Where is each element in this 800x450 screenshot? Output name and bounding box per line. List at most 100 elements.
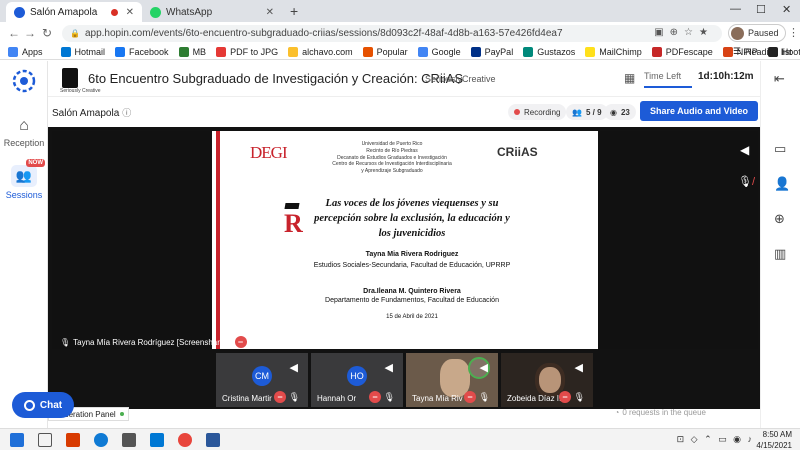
speaker-icon[interactable]: ◀ — [575, 361, 583, 374]
bookmark-pdf-to-jpg[interactable]: PDF to JPG — [216, 46, 278, 57]
new-tab-button[interactable]: + — [290, 3, 298, 19]
gustazos-icon — [523, 46, 534, 57]
slide-title: Las voces de los jóvenes viequenses y su… — [314, 198, 510, 239]
bookmark-hotmail[interactable]: Hotmail — [60, 46, 105, 57]
nav-sessions[interactable]: 👥 NOW Sessions — [0, 159, 48, 200]
avatar: CM — [252, 366, 272, 386]
bookmark-label: MB — [192, 46, 207, 57]
eye-icon: ◉ — [610, 107, 617, 117]
remove-participant-icon[interactable]: − — [274, 391, 286, 403]
session-name: Salón Amapola ⓘ — [52, 106, 131, 119]
participant-tile[interactable]: CM ◀ Cristina Martir − 🎙 — [216, 353, 308, 407]
remove-screenshare-icon[interactable]: − — [234, 336, 247, 348]
speaker-icon[interactable]: ◀ — [290, 361, 298, 374]
session-name-text: Salón Amapola — [52, 108, 120, 119]
speaker-icon[interactable]: ◀ — [480, 361, 488, 374]
bookmark-google[interactable]: Google — [417, 46, 461, 57]
participant-tile[interactable]: ◀ Tayna Mía Riv − 🎙 — [406, 353, 498, 407]
participant-tile[interactable]: HO ◀ Hannah Or − 🎙 — [311, 353, 403, 407]
university-header: Universidad de Puerto Rico Recinto de Río… — [332, 141, 452, 175]
bookmark-pdfescape[interactable]: PDFescape — [651, 46, 713, 57]
reload-icon[interactable]: ↻ — [42, 26, 52, 40]
mic-icon[interactable]: 🎙 — [289, 392, 300, 403]
globe-icon[interactable]: ⊕ — [774, 211, 785, 227]
close-tab-icon[interactable]: ✕ — [266, 7, 274, 18]
bookmark-gustazos[interactable]: Gustazos — [523, 46, 575, 57]
maximize-icon[interactable]: ☐ — [756, 3, 766, 16]
remove-participant-icon[interactable]: − — [369, 391, 381, 403]
share-audio-video-button[interactable]: Share Audio and Video — [640, 101, 758, 121]
windows-start-icon[interactable] — [10, 433, 24, 447]
omnibox-actions-icon[interactable]: ▣⊕☆★ — [654, 27, 714, 38]
bookmark-apps[interactable]: Apps — [8, 46, 43, 57]
explorer-icon[interactable] — [122, 433, 136, 447]
chrome-icon[interactable] — [178, 433, 192, 447]
event-logo — [62, 68, 78, 88]
tab-salon-amapola[interactable]: Salón Amapola ✕ — [6, 2, 142, 22]
collapse-panel-icon[interactable]: ⇤ — [774, 71, 785, 87]
queue-text: 0 requests in the queue — [622, 408, 706, 417]
bookmark-alchavo[interactable]: alchavo.com — [288, 46, 353, 57]
word-icon[interactable] — [206, 433, 220, 447]
reading-list-label: Reading list — [744, 46, 792, 57]
people-icon[interactable]: 👤 — [774, 176, 790, 192]
remove-participant-icon[interactable]: − — [464, 391, 476, 403]
mic-icon[interactable]: 🎙 — [384, 392, 395, 403]
url-text: app.hopin.com/events/6to-encuentro-subgr… — [84, 28, 563, 39]
polls-icon[interactable]: ▥ — [774, 246, 786, 262]
task-view-icon[interactable] — [38, 433, 52, 447]
mic-icon[interactable]: 🎙 — [479, 392, 490, 403]
recording-dot-icon — [514, 109, 520, 115]
calendar-icon[interactable]: ▦ — [624, 71, 635, 85]
mute-mic-icon[interactable]: 🎙/ — [738, 175, 755, 188]
hopin-logo-icon[interactable] — [12, 69, 36, 93]
system-clock[interactable]: 8:50 AM 4/15/2021 — [756, 430, 792, 450]
edge-icon[interactable] — [94, 433, 108, 447]
url-field[interactable]: 🔒 app.hopin.com/events/6to-encuentro-sub… — [62, 25, 722, 42]
university-header-line: y Aprendizaje Subgraduado — [361, 168, 423, 174]
bookmark-paypal[interactable]: PayPal — [470, 46, 513, 57]
mic-icon[interactable]: 🎙 — [574, 392, 585, 403]
right-sidebar: ⇤ ▭ 👤 ⊕ ▥ — [760, 61, 800, 428]
tab-whatsapp[interactable]: WhatsApp ✕ — [142, 2, 282, 22]
participant-tile[interactable]: ◀ Zobeida Díaz I. − 🎙 — [501, 353, 593, 407]
time-left-value: 1d:10h:12m — [698, 71, 754, 82]
close-window-icon[interactable]: ✕ — [782, 3, 791, 16]
author-1: Tayna Mia Rivera Rodriguez — [365, 251, 459, 258]
participant-count-value: 5 / 9 — [585, 107, 602, 117]
sessions-icon: 👥 NOW — [11, 159, 45, 187]
reading-list-button[interactable]: ☰ Reading list — [733, 46, 792, 57]
browser-menu-icon[interactable]: ⋮ — [788, 26, 799, 39]
participant-name: Hannah Or — [317, 394, 357, 403]
bookmark-popular[interactable]: Popular — [362, 46, 408, 57]
bookmark-label: Apps — [22, 46, 43, 57]
speaker-icon[interactable]: ◀ — [385, 361, 393, 374]
chat-icon[interactable]: ▭ — [774, 141, 786, 157]
outlook-icon[interactable] — [150, 433, 164, 447]
chat-button[interactable]: Chat — [12, 392, 74, 418]
volume-icon[interactable]: ◀ — [740, 143, 749, 157]
back-icon[interactable]: ← — [8, 26, 20, 40]
nav-reception[interactable]: ⌂ Reception — [0, 117, 48, 148]
info-icon[interactable]: ⓘ — [122, 108, 131, 118]
slide-date: 15 de Abril de 2021 — [386, 314, 438, 320]
remove-participant-icon[interactable]: − — [559, 391, 571, 403]
bookmark-mailchimp[interactable]: MailChimp — [585, 46, 642, 57]
minimize-icon[interactable]: — — [730, 3, 741, 15]
close-tab-icon[interactable]: ✕ — [126, 7, 134, 18]
forward-icon[interactable]: → — [24, 26, 36, 40]
system-tray-icons[interactable]: ⊡ ◇ ⌃ ▭ ◉ ♪ — [677, 434, 754, 445]
chat-label: Chat — [39, 399, 63, 411]
profile-button[interactable]: Paused — [728, 24, 786, 42]
event-organizer[interactable]: SeriouslyCreative — [425, 74, 496, 84]
bookmark-label: Popular — [376, 46, 408, 57]
university-header-line: Centro de Recursos de Investigación Inte… — [332, 161, 452, 168]
bookmark-facebook[interactable]: Facebook — [115, 46, 169, 57]
time-left-progress — [644, 86, 692, 88]
office-icon[interactable] — [66, 433, 80, 447]
bookmark-mb[interactable]: MB — [178, 46, 207, 57]
clock-date: 4/15/2021 — [756, 440, 792, 450]
bookmark-label: PDFescape — [665, 46, 713, 57]
participants-icon: 👥 — [572, 107, 582, 117]
time-left-label: Time Left — [644, 71, 682, 81]
